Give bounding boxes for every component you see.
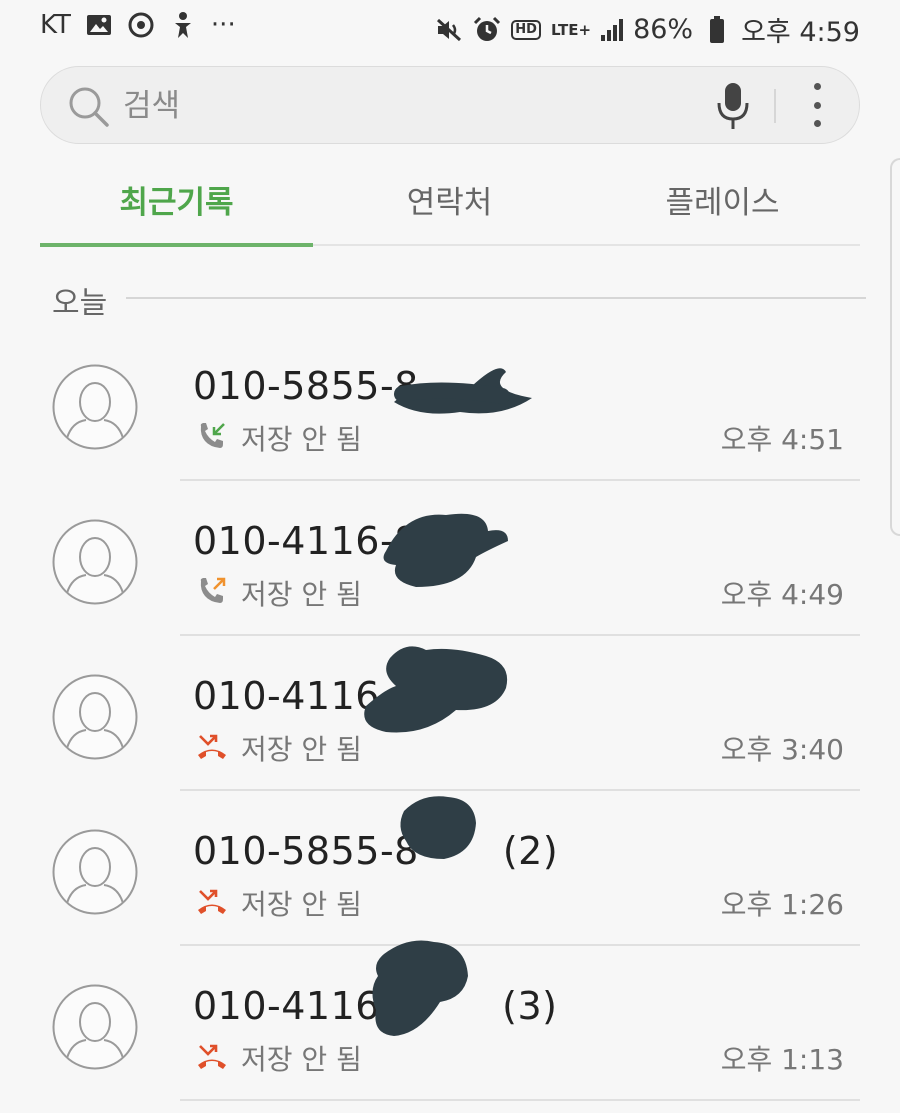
more-vert-icon[interactable]: [809, 83, 825, 127]
number-text: 010-5855-8: [193, 829, 419, 873]
search-icon[interactable]: [67, 85, 111, 133]
missed-call-icon: [196, 1040, 228, 1072]
battery-percent: 86%: [633, 14, 694, 45]
missed-call-icon: [196, 730, 228, 762]
call-time: 오후 4:49: [720, 578, 844, 611]
call-log-item[interactable]: 010-5855-8 (2) 저장 안 됨 오후 1:26: [0, 791, 900, 946]
avatar-icon[interactable]: [52, 364, 138, 450]
call-log-list: 010-5855-8 저장 안 됨 오후 4:51 010-4116-8 저장 …: [0, 326, 900, 1101]
contact-status: 저장 안 됨: [241, 578, 362, 611]
row-divider: [180, 1099, 860, 1101]
redaction-scribble: [383, 513, 508, 587]
redaction-scribble: [364, 646, 508, 733]
alarm-icon: [473, 16, 501, 44]
call-time: 오후 3:40: [720, 733, 844, 766]
gallery-icon: [85, 11, 113, 39]
call-log-item[interactable]: 010-4116- (3) 저장 안 됨 오후 1:13: [0, 940, 900, 1101]
accessibility-icon: [169, 11, 197, 39]
mute-icon: [435, 16, 463, 44]
avatar-icon[interactable]: [52, 984, 138, 1070]
call-time: 오후 1:26: [720, 888, 844, 921]
lte-icon: LTE+: [550, 20, 592, 39]
search-input[interactable]: [121, 85, 685, 127]
carrier-label: KT: [40, 10, 71, 40]
call-log-item[interactable]: 010-4116 저장 안 됨 오후 3:40: [0, 636, 900, 791]
number-text: 010-4116: [193, 674, 380, 718]
search-divider: [774, 89, 776, 123]
battery-icon: [703, 15, 731, 44]
avatar-icon[interactable]: [52, 674, 138, 760]
hd-voice-icon: HD: [511, 19, 541, 40]
call-log-item[interactable]: 010-5855-8 저장 안 됨 오후 4:51: [0, 326, 900, 481]
mic-icon[interactable]: [715, 81, 751, 135]
contact-status: 저장 안 됨: [241, 888, 362, 921]
call-count: (3): [502, 984, 558, 1028]
status-bar: KT ··· HD LTE+ 86% 오후 4:59: [0, 0, 900, 56]
section-divider: [126, 297, 866, 299]
phone-number: 010-4116: [193, 674, 380, 718]
phone-number: 010-5855-8 (2): [193, 829, 558, 873]
avatar-icon[interactable]: [52, 829, 138, 915]
clock: 오후 4:59: [741, 17, 860, 48]
call-count: (2): [502, 829, 559, 873]
contact-status: 저장 안 됨: [241, 1043, 362, 1076]
tab-places[interactable]: 플레이스: [586, 166, 859, 244]
signal-icon: [601, 18, 624, 41]
tab-recents[interactable]: 최근기록: [40, 166, 313, 247]
redaction-scribble: [400, 796, 476, 859]
tab-bar: 최근기록 연락처 플레이스: [40, 166, 860, 247]
more-notifications: ···: [210, 10, 236, 40]
section-header-today: 오늘: [52, 278, 866, 321]
contact-status: 저장 안 됨: [241, 733, 362, 766]
incoming-call-icon: [196, 420, 228, 452]
missed-call-icon: [196, 885, 228, 917]
sync-icon: [127, 11, 155, 39]
search-bar[interactable]: [40, 66, 860, 144]
outgoing-call-icon: [196, 575, 228, 607]
tab-contacts[interactable]: 연락처: [313, 166, 586, 244]
call-time: 오후 4:51: [720, 423, 844, 456]
call-log-item[interactable]: 010-4116-8 저장 안 됨 오후 4:49: [0, 481, 900, 636]
avatar-icon[interactable]: [52, 519, 138, 605]
redaction-scribble: [372, 940, 468, 1036]
call-time: 오후 1:13: [720, 1043, 844, 1076]
contact-status: 저장 안 됨: [241, 423, 362, 456]
section-label: 오늘: [52, 286, 108, 321]
redaction-scribble: [394, 368, 532, 414]
